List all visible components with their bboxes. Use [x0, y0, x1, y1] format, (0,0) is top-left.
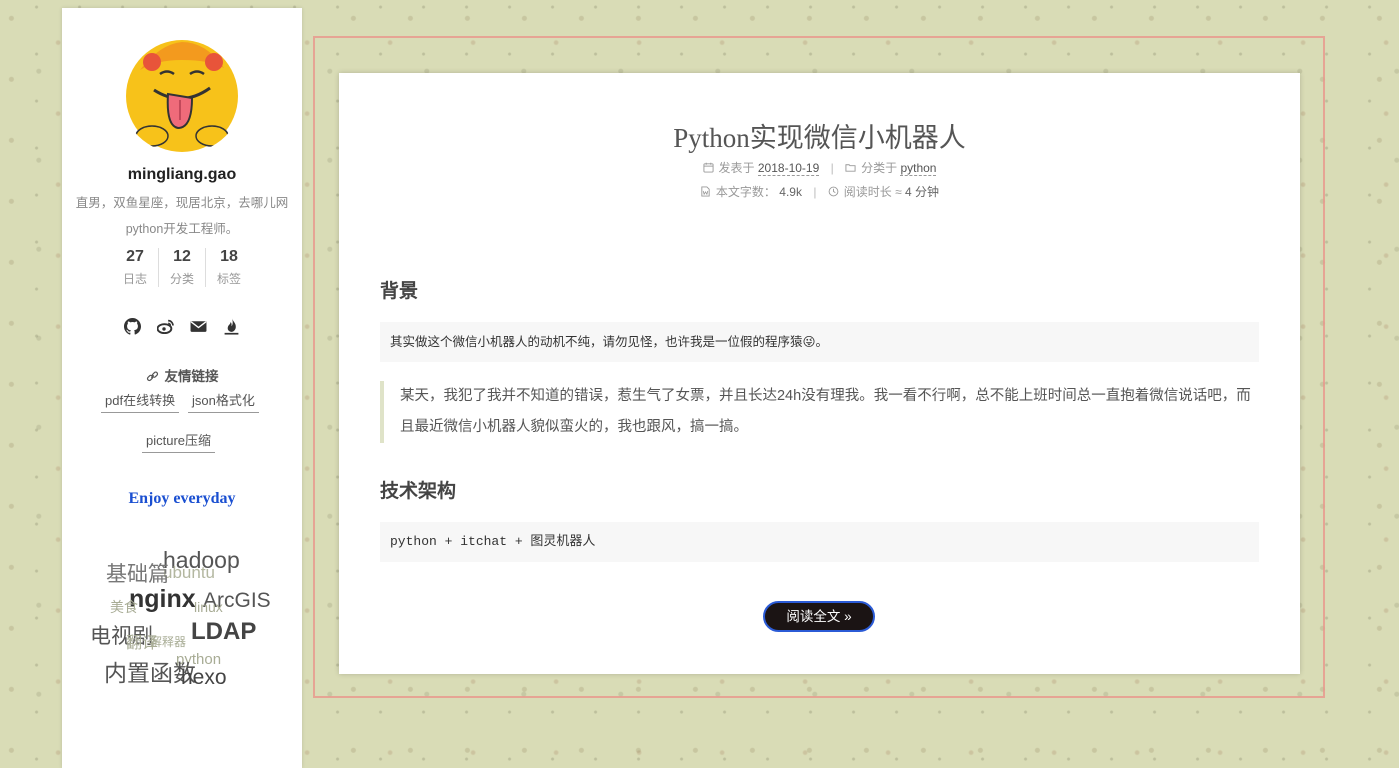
posted-date: 2018-10-19: [757, 161, 820, 176]
weibo-icon[interactable]: [157, 318, 174, 335]
meta-divider: |: [813, 185, 817, 199]
tag-hexo[interactable]: hexo: [181, 667, 227, 688]
friend-links-title-text: 友情链接: [164, 369, 219, 384]
social-links: [124, 318, 240, 335]
post-card: Python实现微信小机器人 发表于 2018-10-19 | 分类于 pyth…: [339, 73, 1300, 674]
friend-link-pdf[interactable]: pdf在线转换: [101, 390, 180, 413]
section-heading-architecture: 技术架构: [380, 481, 457, 502]
blockquote: 某天，我犯了我并不知道的错误，惹生气了女票，并且长达24h没有理我。我一看不行啊…: [380, 381, 1259, 443]
tag-interpreter[interactable]: 解释器: [150, 636, 186, 648]
section-heading-background: 背景: [380, 281, 419, 302]
posted-label: 发表于: [718, 161, 755, 175]
stat-tags[interactable]: 18 标签: [206, 248, 252, 287]
file-word-icon: [701, 186, 710, 197]
clock-icon: [828, 186, 839, 197]
stat-tags-label: 标签: [216, 272, 241, 286]
site-stats: 27 日志 12 分类 18 标签: [112, 248, 252, 287]
stat-posts-label: 日志: [122, 272, 147, 286]
code-block: python + itchat + 图灵机器人: [380, 522, 1259, 562]
tag-linux[interactable]: linux: [194, 600, 223, 614]
sidebar: mingliang.gao 直男，双鱼星座，现居北京，去哪儿网python开发工…: [62, 8, 302, 768]
link-icon: [146, 371, 158, 382]
stat-categories-label: 分类: [169, 272, 194, 286]
stat-posts[interactable]: 27 日志: [112, 248, 159, 287]
post-meta-line-1: 发表于 2018-10-19 | 分类于 python: [339, 159, 1300, 176]
post-meta-line-2: 本文字数： 4.9k | 阅读时长 ≈ 4 分钟: [339, 183, 1300, 200]
tag-nginx[interactable]: nginx: [129, 587, 196, 612]
github-icon[interactable]: [124, 318, 141, 335]
fire-icon[interactable]: [223, 318, 240, 335]
friend-link-json[interactable]: json格式化: [188, 390, 259, 413]
tag-ldap[interactable]: LDAP: [191, 620, 256, 644]
envelope-icon[interactable]: [190, 318, 207, 335]
tag-food[interactable]: 美食: [110, 600, 138, 614]
note-block: 其实做这个微信小机器人的动机不纯，请勿见怪，也许我是一位假的程序猿😜。: [380, 322, 1259, 362]
stat-posts-count: 27: [126, 248, 144, 265]
folder-icon: [845, 164, 856, 172]
meta-divider: |: [830, 161, 834, 175]
tag-basics[interactable]: 基础篇: [106, 564, 169, 585]
post-title[interactable]: Python实现微信小机器人: [339, 116, 1300, 155]
avatar[interactable]: [120, 30, 244, 154]
category-link[interactable]: python: [900, 161, 937, 176]
motto: Enjoy everyday: [128, 490, 236, 507]
category-label: 分类于: [861, 161, 898, 175]
stat-tags-count: 18: [220, 248, 238, 265]
friend-links-title: 友情链接: [62, 365, 302, 385]
stat-categories-count: 12: [173, 248, 191, 265]
author-name: mingliang.gao: [127, 166, 237, 183]
stat-categories[interactable]: 12 分类: [159, 248, 206, 287]
wordcount-value: 4.9k: [779, 185, 802, 199]
calendar-icon: [702, 162, 714, 173]
readtime-value: 4 分钟: [905, 185, 940, 199]
author-description: 直男，双鱼星座，现居北京，去哪儿网python开发工程师。: [75, 196, 289, 236]
avatar-emoji-icon: [126, 40, 238, 152]
readtime-label: 阅读时长 ≈: [843, 185, 902, 199]
friend-link-picture[interactable]: picture压缩: [142, 430, 216, 453]
wordcount-label: 本文字数：: [715, 185, 776, 199]
tag-cloud: hadoop ubuntu 基础篇 nginx ArcGIS 美食 linux …: [62, 548, 302, 698]
tag-ubuntu[interactable]: ubuntu: [163, 564, 215, 581]
read-more-button[interactable]: 阅读全文 »: [763, 601, 875, 632]
